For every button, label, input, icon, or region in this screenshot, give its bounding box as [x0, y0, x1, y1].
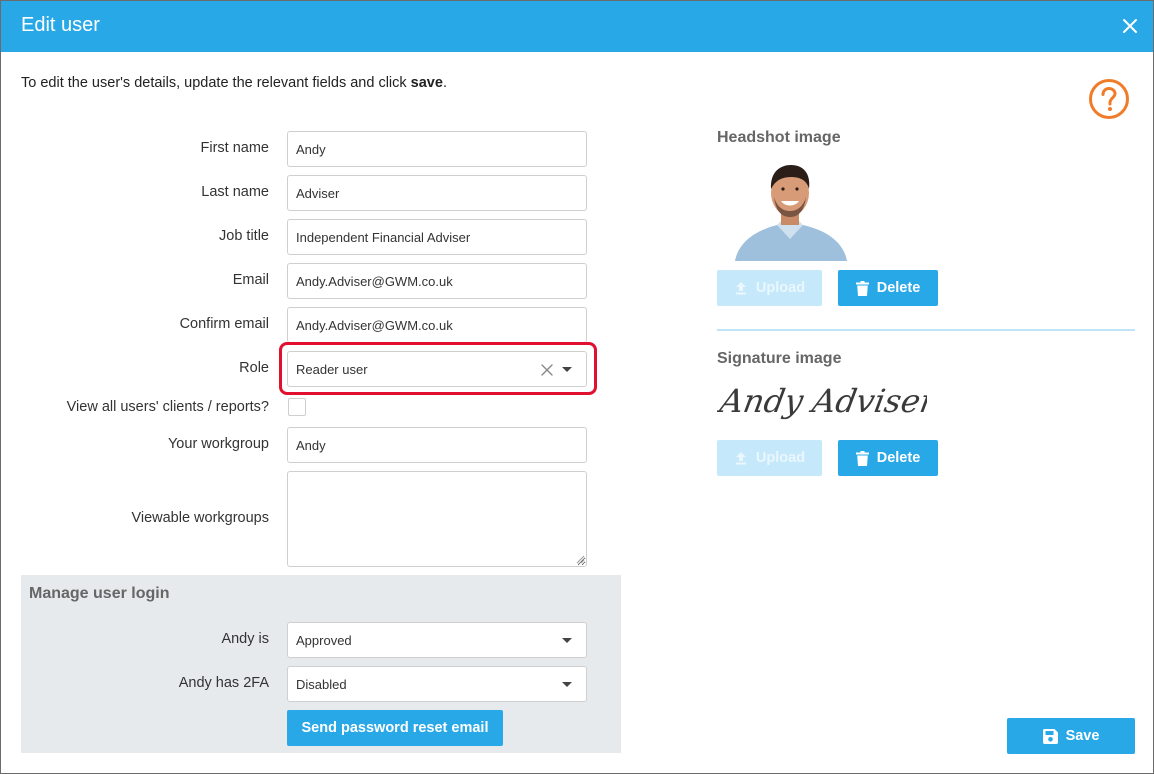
last-name-input[interactable] — [287, 175, 587, 211]
edit-user-dialog: Edit user To edit the user's details, up… — [0, 0, 1154, 774]
headshot-title: Headshot image — [717, 129, 841, 146]
section-divider — [717, 329, 1135, 331]
dialog-titlebar: Edit user — [1, 1, 1153, 52]
trash-icon — [855, 280, 869, 296]
job-title-label: Job title — [219, 228, 269, 244]
chevron-down-icon — [562, 638, 572, 643]
intro-text-main: To edit the user's details, update the r… — [21, 75, 411, 91]
signature-delete-button[interactable]: Delete — [838, 440, 938, 476]
twofa-select-value: Disabled — [296, 677, 347, 692]
trash-icon — [855, 450, 869, 466]
intro-text: To edit the user's details, update the r… — [21, 75, 447, 91]
signature-upload-label: Upload — [755, 450, 806, 466]
email-label: Email — [232, 272, 269, 288]
role-highlight-outline — [279, 342, 597, 395]
intro-text-end: . — [442, 75, 447, 91]
viewable-workgroups-label: Viewable workgroups — [131, 510, 269, 526]
close-icon[interactable] — [1121, 17, 1139, 35]
signature-image: Andy Adviser — [717, 382, 927, 420]
headshot-delete-button[interactable]: Delete — [838, 270, 938, 306]
floppy-disk-icon — [1042, 728, 1058, 744]
save-button[interactable]: Save — [1007, 718, 1135, 754]
status-label: Andy is — [221, 631, 269, 647]
manage-login-title: Manage user login — [29, 585, 170, 602]
first-name-input[interactable] — [287, 131, 587, 167]
save-label: Save — [1065, 728, 1100, 744]
status-select[interactable]: Approved — [287, 622, 587, 658]
view-all-checkbox[interactable] — [288, 398, 306, 416]
twofa-label: Andy has 2FA — [178, 675, 269, 691]
resize-grip-icon[interactable] — [576, 555, 585, 564]
headshot-upload-label: Upload — [755, 280, 806, 296]
send-reset-email-button[interactable]: Send password reset email — [287, 710, 503, 746]
status-select-value: Approved — [296, 633, 352, 648]
upload-icon — [735, 282, 746, 295]
headshot-upload-button[interactable]: Upload — [717, 270, 822, 306]
twofa-select[interactable]: Disabled — [287, 666, 587, 702]
email-input[interactable] — [287, 263, 587, 299]
your-workgroup-input[interactable] — [287, 427, 587, 463]
confirm-email-label: Confirm email — [179, 316, 269, 332]
last-name-label: Last name — [201, 184, 269, 200]
signature-text: Andy Adviser — [717, 382, 927, 420]
send-reset-email-label: Send password reset email — [301, 720, 489, 736]
view-all-label: View all users' clients / reports? — [66, 399, 269, 415]
dialog-title: Edit user — [21, 14, 100, 36]
chevron-down-icon — [562, 682, 572, 687]
signature-title: Signature image — [717, 350, 842, 367]
job-title-input[interactable] — [287, 219, 587, 255]
viewable-workgroups-textarea[interactable] — [287, 471, 587, 567]
signature-delete-label: Delete — [876, 450, 921, 466]
intro-text-bold: save — [410, 75, 443, 91]
headshot-image — [731, 161, 849, 261]
first-name-label: First name — [200, 140, 270, 156]
role-label: Role — [239, 360, 269, 376]
signature-upload-button[interactable]: Upload — [717, 440, 822, 476]
your-workgroup-label: Your workgroup — [167, 436, 269, 452]
headshot-delete-label: Delete — [876, 280, 921, 296]
upload-icon — [735, 452, 746, 465]
confirm-email-input[interactable] — [287, 307, 587, 343]
help-icon[interactable] — [1088, 78, 1130, 120]
